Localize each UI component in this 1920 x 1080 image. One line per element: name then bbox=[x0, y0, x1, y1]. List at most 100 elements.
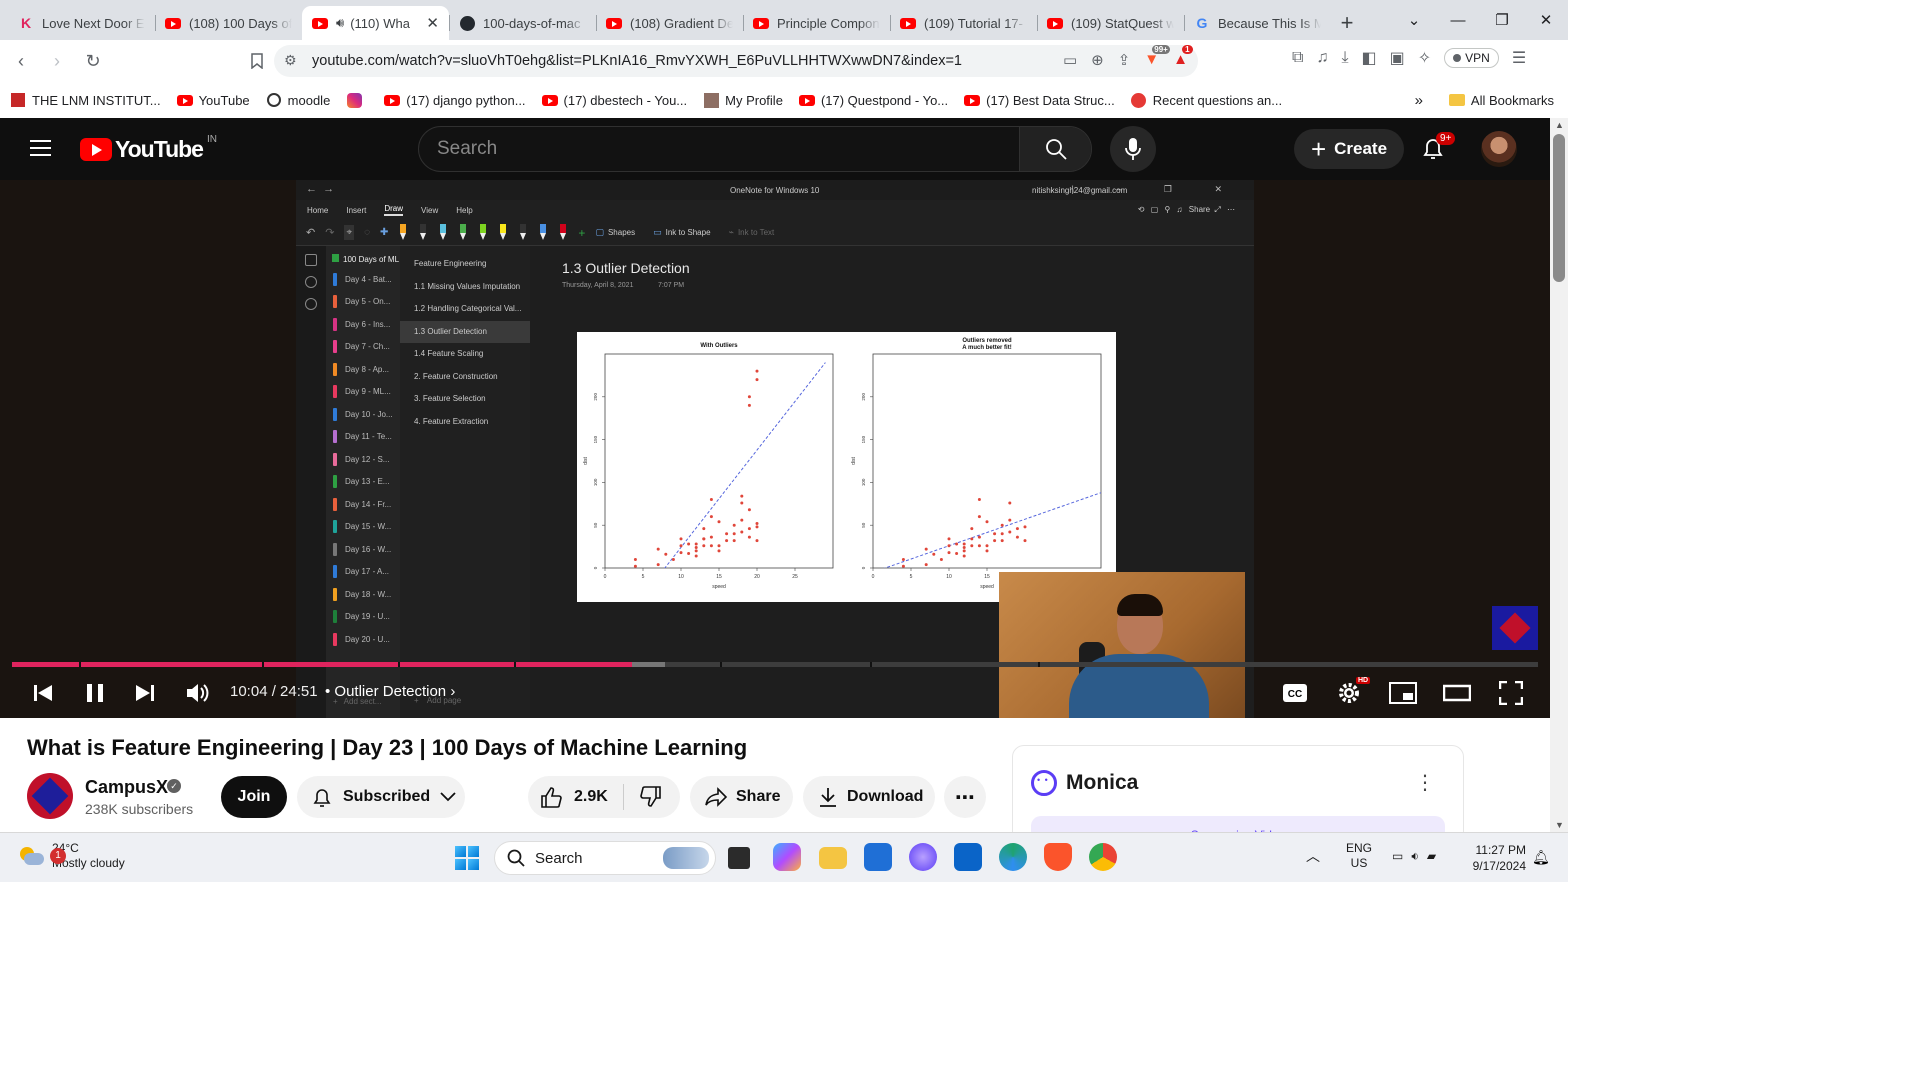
reload-button[interactable]: ↻ bbox=[78, 46, 108, 76]
bookmark-item[interactable]: Recent questions an... bbox=[1131, 92, 1282, 108]
guide-menu-icon[interactable] bbox=[30, 140, 51, 156]
chapter-title-button[interactable]: • Outlier Detection › bbox=[325, 683, 455, 700]
browser-tab[interactable]: K Love Next Door E bbox=[8, 6, 155, 40]
share-button[interactable]: Share bbox=[690, 776, 793, 818]
new-tab-button[interactable]: + bbox=[1331, 6, 1363, 40]
restore-button[interactable]: ❐ bbox=[1480, 11, 1524, 29]
edge-icon[interactable] bbox=[999, 843, 1027, 871]
browser-tab[interactable]: (108) Gradient De bbox=[596, 6, 743, 40]
brave-rewards-icon[interactable]: ▲ 1 bbox=[1173, 45, 1193, 69]
search-button[interactable] bbox=[1019, 127, 1091, 171]
back-button[interactable]: ‹ bbox=[6, 46, 36, 76]
close-window-button[interactable]: ✕ bbox=[1524, 11, 1568, 29]
share-page-icon[interactable]: ⇪ bbox=[1118, 51, 1131, 69]
account-avatar[interactable] bbox=[1481, 131, 1517, 167]
assistant-app-icon[interactable] bbox=[909, 843, 937, 871]
fullscreen-button[interactable] bbox=[1496, 668, 1526, 718]
network-icon[interactable]: ▭ bbox=[1392, 849, 1403, 863]
language-indicator[interactable]: ENG US bbox=[1346, 841, 1372, 871]
browser-tab[interactable]: (109) Tutorial 17- bbox=[890, 6, 1037, 40]
bookmark-item[interactable]: moodle bbox=[266, 92, 330, 108]
settings-button[interactable] bbox=[1334, 668, 1364, 718]
zoom-icon[interactable]: ⊕ bbox=[1091, 51, 1104, 69]
browser-tab[interactable]: 🔊︎ (110) Wha ✕ bbox=[302, 6, 449, 40]
next-button[interactable] bbox=[130, 668, 160, 718]
browser-tab[interactable]: (108) 100 Days of bbox=[155, 6, 302, 40]
bookmark-item[interactable]: (17) django python... bbox=[384, 92, 526, 108]
volume-button[interactable] bbox=[182, 668, 212, 718]
site-info-icon[interactable]: ⚙ bbox=[284, 52, 297, 69]
dislike-button[interactable] bbox=[624, 786, 662, 808]
menu-icon[interactable]: ☰ bbox=[1512, 48, 1526, 68]
bookmark-item[interactable]: YouTube bbox=[176, 92, 250, 108]
close-tab-icon[interactable]: ✕ bbox=[426, 14, 439, 32]
leo-ai-icon[interactable]: ✧ bbox=[1418, 48, 1431, 68]
extensions-icon[interactable]: ⧉ bbox=[1292, 49, 1303, 67]
task-view-icon[interactable] bbox=[728, 847, 750, 869]
channel-avatar[interactable] bbox=[27, 773, 73, 819]
brave-shields-icon[interactable]: ▼ 99+ bbox=[1144, 45, 1170, 69]
browser-tab[interactable]: 100-days-of-mac bbox=[449, 6, 596, 40]
brave-browser-icon[interactable] bbox=[1044, 843, 1072, 871]
chrome-icon[interactable] bbox=[1089, 843, 1117, 871]
wallet-icon[interactable]: ▣ bbox=[1390, 48, 1405, 68]
theater-mode-button[interactable] bbox=[1442, 668, 1472, 718]
all-bookmarks-button[interactable]: All Bookmarks bbox=[1448, 93, 1554, 108]
sidebar-icon[interactable]: ◧ bbox=[1362, 48, 1377, 68]
file-explorer-icon[interactable] bbox=[819, 847, 847, 869]
bookmark-item[interactable]: (17) Questpond - Yo... bbox=[798, 92, 948, 108]
captions-button[interactable]: CC bbox=[1281, 668, 1309, 718]
weather-widget[interactable]: 1 24°C Mostly cloudy bbox=[18, 841, 125, 871]
bookmark-page-icon[interactable] bbox=[242, 46, 272, 76]
subscribed-button[interactable]: Subscribed bbox=[297, 776, 465, 818]
channel-name[interactable]: CampusX bbox=[85, 777, 168, 798]
taskbar-search[interactable]: Search bbox=[494, 841, 716, 875]
browser-tab[interactable]: (109) StatQuest w bbox=[1037, 6, 1184, 40]
bookmark-item[interactable]: (17) Best Data Struc... bbox=[964, 92, 1115, 108]
copilot-icon[interactable] bbox=[773, 843, 801, 871]
like-button[interactable]: 2.9K bbox=[528, 784, 624, 810]
notification-bell-icon[interactable]: 🔔︎ bbox=[1532, 849, 1550, 866]
previous-button[interactable] bbox=[28, 668, 58, 718]
start-button[interactable] bbox=[455, 846, 479, 870]
bookmark-item[interactable]: My Profile bbox=[703, 92, 783, 108]
join-button[interactable]: Join bbox=[221, 776, 287, 818]
more-actions-button[interactable]: ⋯ bbox=[944, 776, 986, 818]
bookmark-item[interactable]: (17) dbestech - You... bbox=[541, 92, 687, 108]
browser-tab[interactable]: G Because This Is M bbox=[1184, 6, 1331, 40]
pause-button[interactable] bbox=[80, 668, 110, 718]
scroll-down-arrow-icon[interactable]: ▼ bbox=[1555, 820, 1564, 830]
scrollbar-thumb[interactable] bbox=[1553, 134, 1565, 282]
speaker-icon[interactable]: 🔉︎ bbox=[1411, 849, 1419, 864]
youtube-logo[interactable]: YouTube IN bbox=[80, 134, 217, 163]
scroll-up-arrow-icon[interactable]: ▲ bbox=[1555, 120, 1564, 130]
more-bookmarks-icon[interactable]: » bbox=[1415, 92, 1423, 109]
monica-menu-icon[interactable]: ⋮ bbox=[1415, 770, 1435, 795]
show-hidden-icons[interactable]: ︿ bbox=[1306, 846, 1320, 866]
vpn-button[interactable]: VPN bbox=[1444, 48, 1499, 68]
video-player[interactable]: ← → OneNote for Windows 10 nitishksingh2… bbox=[0, 180, 1550, 718]
downloads-icon[interactable]: ⤓ bbox=[1341, 49, 1348, 67]
search-input[interactable]: Search bbox=[419, 127, 1019, 171]
download-button[interactable]: Download bbox=[803, 776, 935, 818]
page-scrollbar[interactable]: ▲ ▼ bbox=[1550, 118, 1568, 832]
address-bar[interactable]: ⚙ youtube.com/watch?v=sluoVhT0ehg&list=P… bbox=[274, 45, 1198, 77]
miniplayer-button[interactable] bbox=[1388, 668, 1418, 718]
minimize-button[interactable]: — bbox=[1436, 12, 1480, 29]
channel-watermark[interactable] bbox=[1492, 606, 1538, 650]
bookmark-item[interactable] bbox=[346, 92, 368, 108]
browser-tab[interactable]: Principle Compon bbox=[743, 6, 890, 40]
battery-icon[interactable]: ▰ bbox=[1427, 849, 1436, 863]
install-app-icon[interactable]: ▭ bbox=[1063, 51, 1077, 69]
outlook-icon[interactable] bbox=[954, 843, 982, 871]
progress-bar[interactable] bbox=[12, 662, 1538, 667]
music-icon[interactable]: ♫ bbox=[1316, 49, 1328, 67]
audio-playing-icon[interactable]: 🔊︎ bbox=[336, 15, 344, 31]
tab-search-icon[interactable]: ⌄ bbox=[1392, 11, 1436, 29]
voice-search-button[interactable] bbox=[1110, 126, 1156, 172]
clock[interactable]: 11:27 PM 9/17/2024 bbox=[1466, 842, 1526, 874]
forward-button[interactable]: › bbox=[42, 46, 72, 76]
bookmark-item[interactable]: THE LNM INSTITUT... bbox=[10, 92, 161, 108]
store-icon[interactable] bbox=[864, 843, 892, 871]
create-button[interactable]: + Create bbox=[1294, 129, 1404, 169]
